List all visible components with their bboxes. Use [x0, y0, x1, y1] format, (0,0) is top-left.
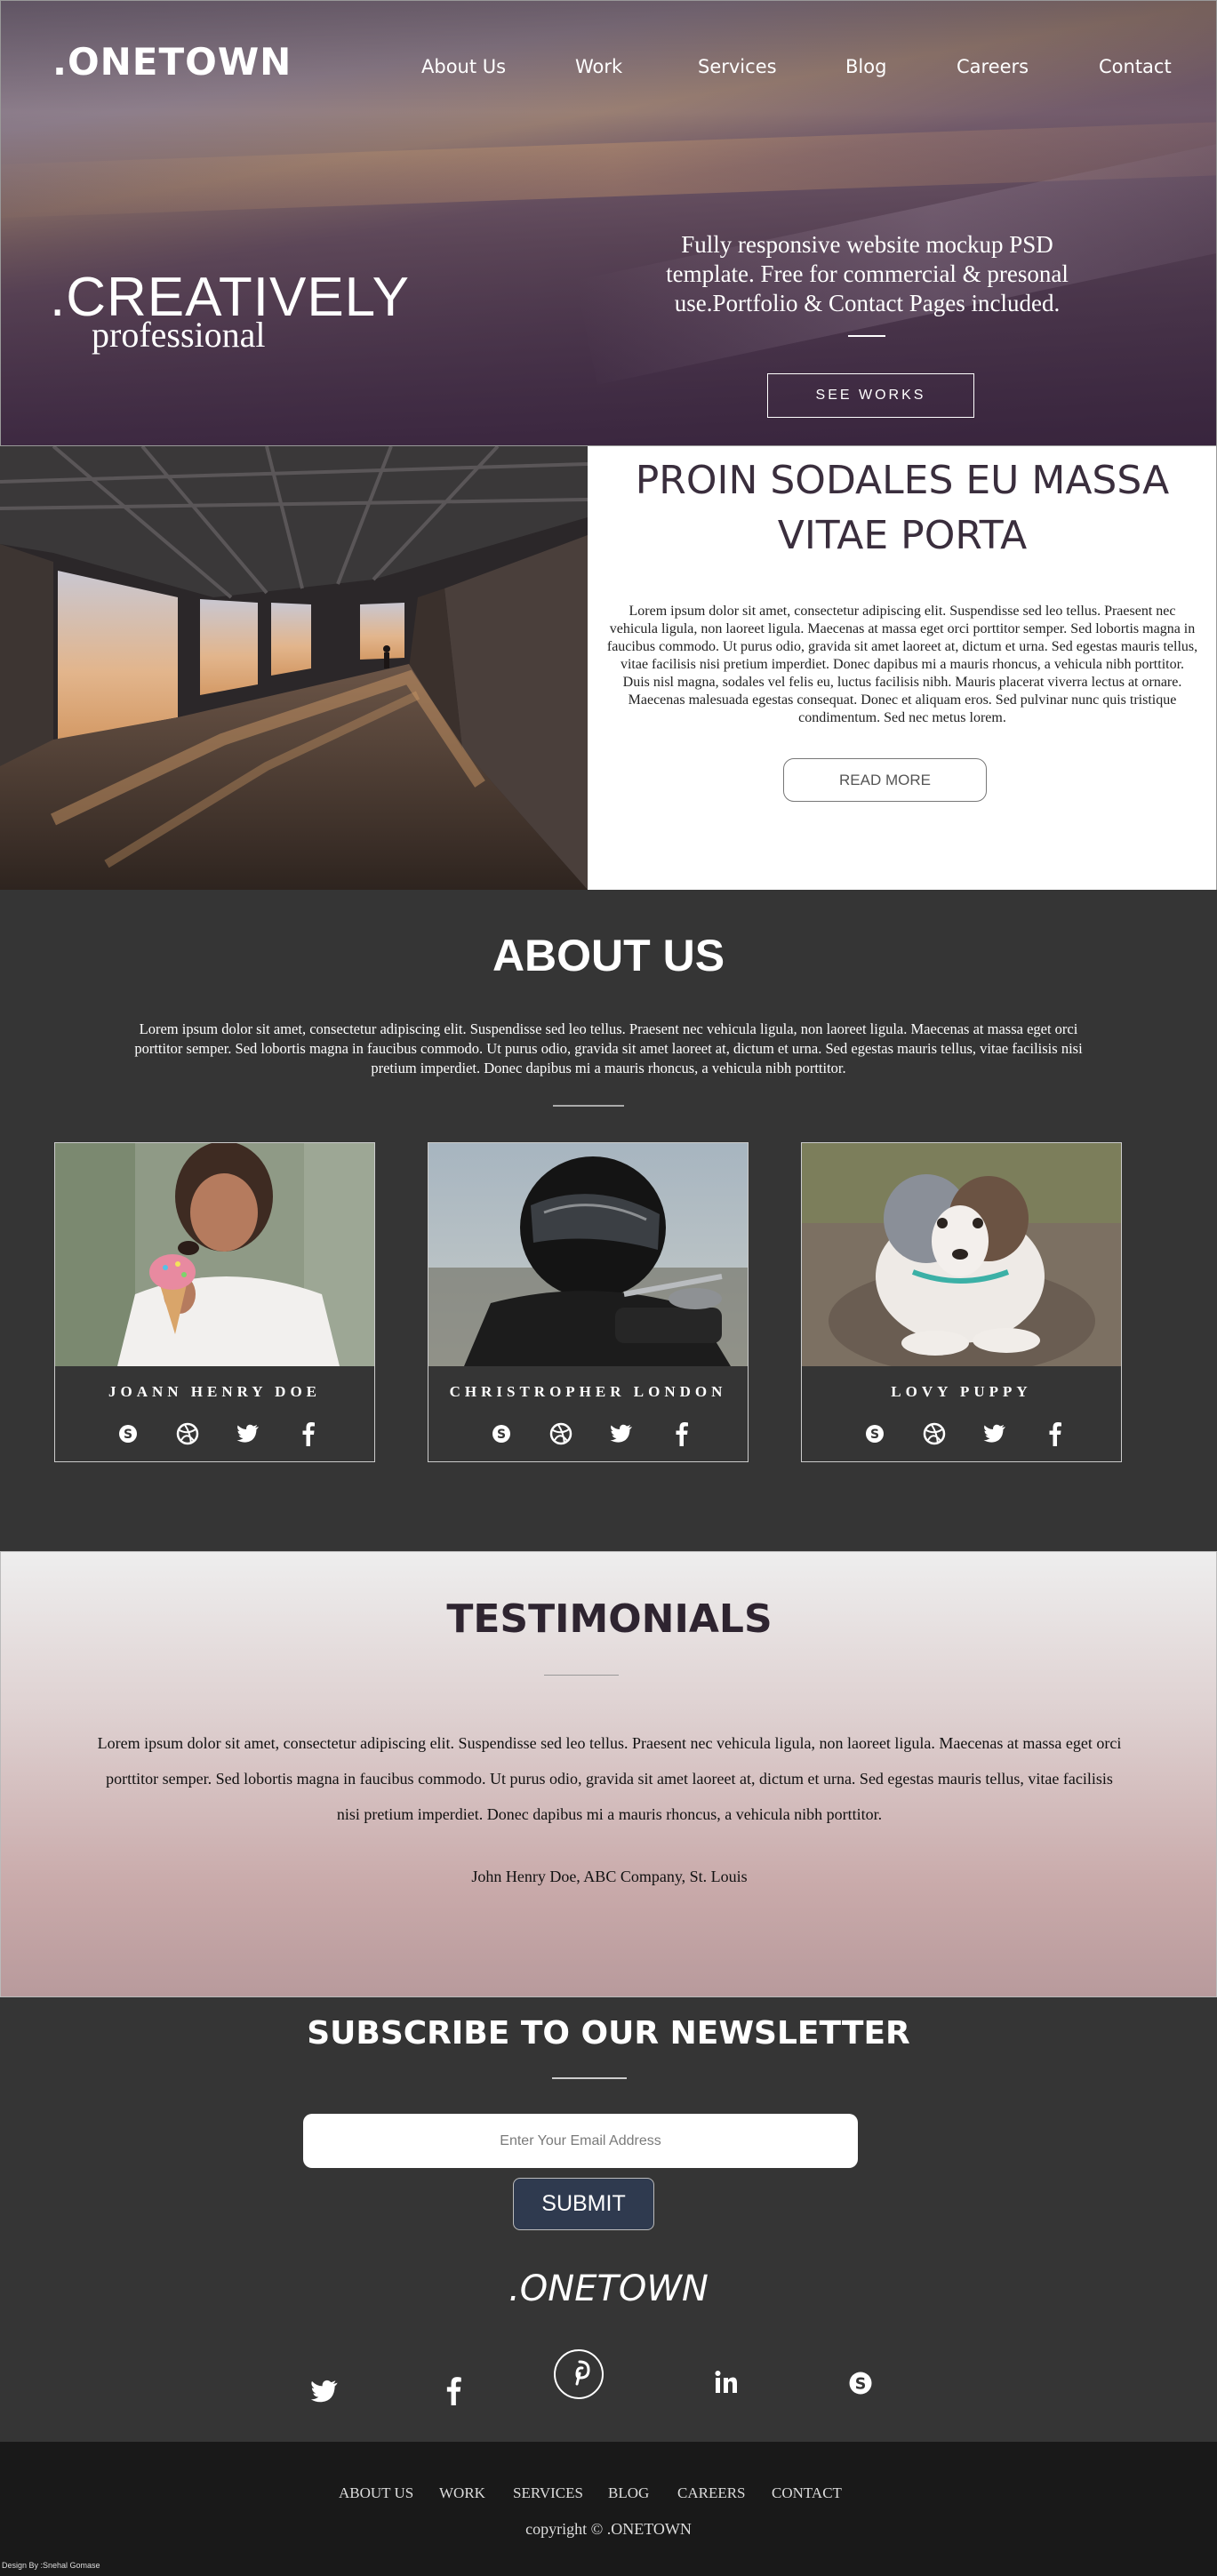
- team-social-icons: S: [428, 1420, 748, 1451]
- about-section: ABOUT US Lorem ipsum dolor sit amet, con…: [0, 890, 1217, 1551]
- newsletter-divider: [552, 2077, 627, 2079]
- feature-image: [0, 446, 588, 890]
- newsletter-section: SUBSCRIBE TO OUR NEWSLETTER SUBMIT .ONET…: [0, 1997, 1217, 2442]
- linkedin-icon[interactable]: [713, 2369, 740, 2396]
- team-card: CHRISTROPHER LONDON S: [428, 1142, 749, 1462]
- submit-button[interactable]: SUBMIT: [513, 2178, 654, 2230]
- footer-nav-blog[interactable]: BLOG: [608, 2484, 649, 2502]
- svg-text:S: S: [497, 1428, 506, 1442]
- dribbble-icon[interactable]: [548, 1420, 574, 1447]
- read-more-button[interactable]: READ MORE: [783, 758, 987, 802]
- team-photo-christopher: [428, 1143, 748, 1366]
- facebook-icon[interactable]: [669, 1420, 695, 1447]
- footer-nav-contact[interactable]: CONTACT: [772, 2484, 842, 2502]
- hero-section: .ONETOWN About Us Work Services Blog Car…: [0, 0, 1217, 446]
- facebook-icon[interactable]: [1042, 1420, 1069, 1447]
- footer-logo[interactable]: .ONETOWN: [0, 2268, 1217, 2309]
- team-social-icons: S: [802, 1420, 1121, 1451]
- facebook-icon[interactable]: [295, 1420, 322, 1447]
- copyright-text: copyright © .ONETOWN: [525, 2520, 692, 2538]
- design-credit: Design By :Snehal Gomase: [2, 2561, 100, 2570]
- twitter-icon[interactable]: [308, 2378, 340, 2404]
- feature-text: Lorem ipsum dolor sit amet, consectetur …: [606, 604, 1198, 725]
- dribbble-icon[interactable]: [174, 1420, 201, 1447]
- newsletter-title: SUBSCRIBE TO OUR NEWSLETTER: [307, 2015, 910, 2052]
- abandoned-building-illustration: [0, 446, 588, 890]
- nav-careers[interactable]: Careers: [957, 56, 1029, 77]
- testimonials-title: TESTIMONIALS: [446, 1596, 773, 1642]
- twitter-icon[interactable]: [608, 1420, 635, 1447]
- skype-icon[interactable]: S: [846, 2369, 875, 2397]
- pinterest-icon[interactable]: [553, 2348, 604, 2400]
- about-divider: [553, 1105, 624, 1107]
- nav-services[interactable]: Services: [698, 56, 777, 77]
- hero-subheadline: professional: [92, 315, 266, 355]
- main-nav: About Us Work Services Blog Careers Cont…: [1, 56, 1216, 83]
- footer-nav-about-us[interactable]: ABOUT US: [339, 2484, 413, 2502]
- team-social-icons: S: [55, 1420, 374, 1451]
- svg-text:S: S: [124, 1428, 132, 1442]
- svg-text:S: S: [870, 1428, 879, 1442]
- twitter-icon[interactable]: [235, 1420, 261, 1447]
- testimonial-author: John Henry Doe, ABC Company, St. Louis: [471, 1868, 748, 1885]
- team-member-name: CHRISTROPHER LONDON: [449, 1383, 727, 1400]
- nav-about-us[interactable]: About Us: [421, 56, 506, 77]
- footer-nav-work[interactable]: WORK: [439, 2484, 485, 2502]
- feature-section: PROIN SODALES EU MASSA VITAE PORTA Lorem…: [588, 446, 1217, 890]
- feature-title: PROIN SODALES EU MASSA VITAE PORTA: [635, 458, 1170, 558]
- about-title: ABOUT US: [492, 931, 725, 980]
- about-text: Lorem ipsum dolor sit amet, consectetur …: [134, 1020, 1083, 1076]
- hero-divider: [848, 335, 885, 337]
- team-member-name: LOVY PUPPY: [891, 1383, 1032, 1400]
- team-card: LOVY PUPPY S: [801, 1142, 1122, 1462]
- team-member-name: JOANN HENRY DOE: [108, 1383, 322, 1400]
- email-input[interactable]: [303, 2114, 858, 2168]
- team-card: JOANN HENRY DOE S: [54, 1142, 375, 1462]
- nav-contact[interactable]: Contact: [1099, 56, 1172, 77]
- team-photo-puppy: [802, 1143, 1121, 1366]
- team-photo-joann: [55, 1143, 374, 1366]
- testimonial-quote: Lorem ipsum dolor sit amet, consectetur …: [97, 1734, 1122, 1823]
- svg-text:S: S: [855, 2375, 867, 2393]
- testimonials-divider: [544, 1675, 619, 1676]
- hero-tagline: Fully responsive website mockup PSD temp…: [666, 231, 1069, 316]
- skype-icon[interactable]: S: [488, 1420, 515, 1447]
- facebook-icon[interactable]: [443, 2374, 464, 2406]
- twitter-icon[interactable]: [981, 1420, 1008, 1447]
- footer-nav-careers[interactable]: CAREERS: [677, 2484, 746, 2502]
- nav-blog[interactable]: Blog: [845, 56, 886, 77]
- nav-work[interactable]: Work: [575, 56, 622, 77]
- testimonials-section: TESTIMONIALS Lorem ipsum dolor sit amet,…: [0, 1551, 1217, 1997]
- dribbble-icon[interactable]: [921, 1420, 948, 1447]
- skype-icon[interactable]: S: [861, 1420, 888, 1447]
- see-works-button[interactable]: SEE WORKS: [767, 373, 974, 418]
- skype-icon[interactable]: S: [115, 1420, 141, 1447]
- footer-nav-services[interactable]: SERVICES: [513, 2484, 583, 2502]
- footer: ABOUT US WORK SERVICES BLOG CAREERS CONT…: [0, 2442, 1217, 2576]
